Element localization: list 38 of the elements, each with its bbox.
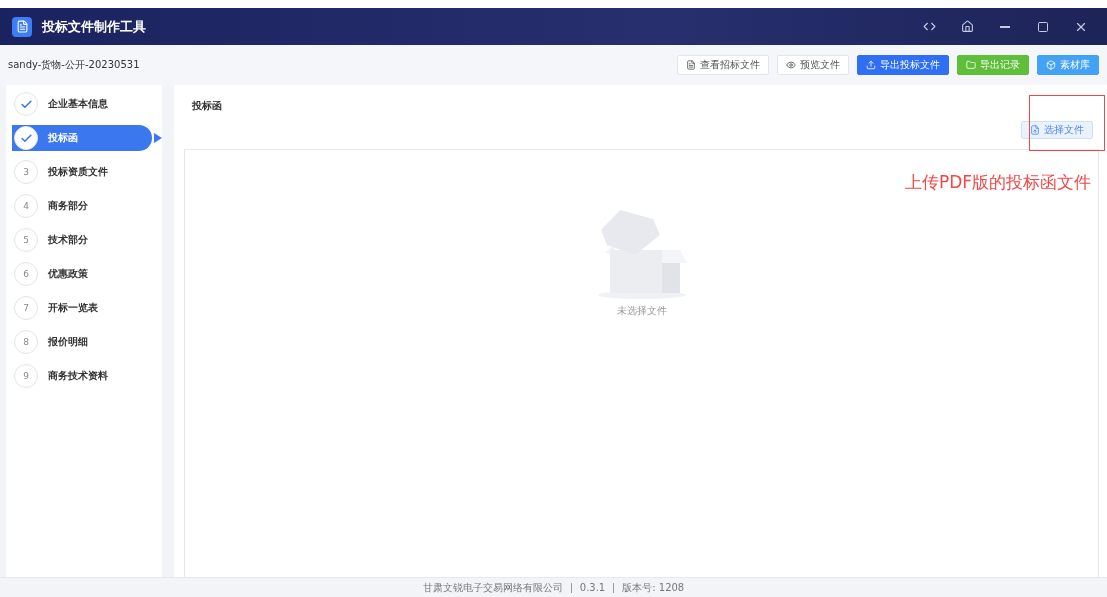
- toolbar-button[interactable]: 查看招标文件: [677, 55, 769, 75]
- footer-version: 0.3.1: [579, 582, 606, 593]
- step-item[interactable]: 8 报价明细: [12, 329, 152, 355]
- toolbar-button[interactable]: 预览文件: [777, 55, 849, 75]
- step-number: 9: [14, 364, 38, 388]
- file-icon: [1030, 125, 1040, 135]
- step-item[interactable]: 4 商务部分: [12, 193, 152, 219]
- section-title: 投标函: [192, 99, 222, 113]
- upload-icon: [866, 60, 876, 70]
- footer-build: 版本号: 1208: [622, 580, 685, 595]
- step-item[interactable]: 3 投标资质文件: [12, 159, 152, 185]
- step-item[interactable]: 9 商务技术资料: [12, 363, 152, 389]
- pointer-triangle-icon: [154, 133, 162, 143]
- window-title: 投标文件制作工具: [42, 17, 147, 36]
- document-icon: [686, 60, 696, 70]
- project-name: sandy-货物-公开-20230531: [8, 58, 141, 72]
- toolbar-button[interactable]: 导出投标文件: [857, 55, 949, 75]
- eye-icon: [786, 60, 796, 70]
- home-icon: [960, 20, 974, 33]
- box-icon: [1046, 60, 1056, 70]
- folder-icon: [966, 60, 976, 70]
- step-number: 5: [14, 228, 38, 252]
- step-item[interactable]: 企业基本信息: [12, 91, 152, 117]
- step-number: 4: [14, 194, 38, 218]
- minimize-icon: [1000, 25, 1010, 28]
- step-number: 6: [14, 262, 38, 286]
- step-item[interactable]: 6 优惠政策: [12, 261, 152, 287]
- step-item[interactable]: 投标函: [12, 125, 152, 151]
- step-item[interactable]: 5 技术部分: [12, 227, 152, 253]
- maximize-icon: [1037, 20, 1049, 33]
- step-number: 3: [14, 160, 38, 184]
- annotation-text: 上传PDF版的投标函文件: [904, 171, 1091, 194]
- footer-company: 甘肃文锐电子交易网络有限公司: [422, 580, 563, 595]
- step-number: 8: [14, 330, 38, 354]
- step-number: 7: [14, 296, 38, 320]
- code-icon: [922, 20, 936, 33]
- empty-text: 未选择文件: [616, 304, 667, 318]
- step-item[interactable]: 7 开标一览表: [12, 295, 152, 321]
